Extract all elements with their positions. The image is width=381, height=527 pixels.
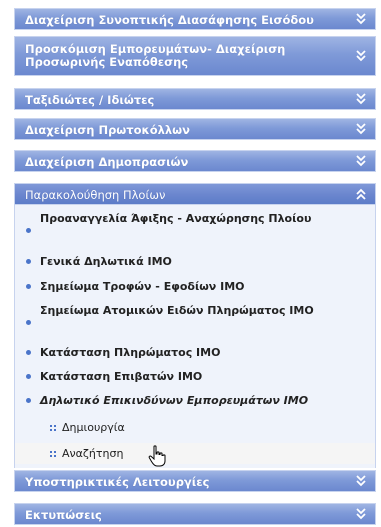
menu-section-label: Υποστηρικτικές Λειτουργίες (25, 475, 210, 489)
menu-item-general-declarations[interactable]: Γενικά Δηλωτικά IMO (26, 255, 370, 268)
menu-section-label: Διαχείριση Δημοπρασιών (25, 155, 189, 169)
navigation-menu: Διαχείριση Συνοπτικής Διασάφησης Εισόδου… (4, 0, 379, 527)
chevron-double-down-icon (356, 123, 366, 135)
menu-section-label: Διαχείριση Συνοπτικής Διασάφησης Εισόδου (25, 13, 314, 27)
bullet-icon (26, 284, 31, 289)
menu-section-auctions[interactable]: Διαχείριση Δημοπρασιών (14, 150, 376, 172)
menu-item-label: Κατάσταση Επιβατών IMO (40, 370, 203, 383)
hand-pointer-cursor-icon (148, 445, 166, 467)
menu-item-label: Σημείωμα Ατομικών Ειδών Πληρώματος IMO (40, 304, 314, 317)
chevron-double-down-icon (356, 155, 366, 167)
submenu-item-search[interactable]: Αναζήτηση (50, 447, 124, 460)
menu-section-printouts[interactable]: Εκτυπώσεις (14, 503, 376, 525)
menu-section-label: Ταξιδιώτες / Ιδιώτες (25, 93, 155, 107)
menu-section-support-functions[interactable]: Υποστηρικτικές Λειτουργίες (14, 470, 376, 492)
chevron-double-down-icon (356, 93, 366, 105)
menu-section-label: Διαχείριση Πρωτοκόλλων (25, 123, 190, 137)
menu-item-label: Προαναγγελία Άφιξης - Αναχώρησης Πλοίου (40, 212, 312, 225)
chevron-double-down-icon (356, 508, 366, 520)
menu-item-label: Γενικά Δηλωτικά IMO (40, 255, 172, 268)
menu-section-summary-declaration[interactable]: Διαχείριση Συνοπτικής Διασάφησης Εισόδου (14, 8, 376, 30)
chevron-double-down-icon (356, 475, 366, 487)
grid-bullet-icon (50, 425, 56, 431)
bullet-icon (26, 228, 31, 233)
menu-section-label: Παρακολούθηση Πλοίων (25, 188, 166, 202)
menu-section-ship-tracking[interactable]: Παρακολούθηση Πλοίων (14, 183, 376, 205)
menu-item-dangerous-goods[interactable]: Δηλωτικό Επικινδύνων Εμπορευμάτων IMO (26, 394, 370, 407)
menu-section-label: Προσκόμιση Εμπορευμάτων- Διαχείριση Προσ… (25, 42, 286, 69)
submenu-item-label: Αναζήτηση (62, 447, 124, 460)
chevron-double-down-icon (356, 13, 366, 25)
menu-item-crew-list[interactable]: Κατάσταση Πληρώματος IMO (26, 346, 370, 359)
submenu-item-label: Δημιουργία (62, 421, 125, 434)
bullet-icon (26, 398, 31, 403)
menu-item-arrival-departure-notice[interactable]: Προαναγγελία Άφιξης - Αναχώρησης Πλοίου (26, 212, 370, 233)
chevron-double-down-icon (356, 50, 366, 62)
menu-item-label: Κατάσταση Πληρώματος IMO (40, 346, 221, 359)
menu-section-travelers[interactable]: Ταξιδιώτες / Ιδιώτες (14, 88, 376, 110)
menu-item-label: Δηλωτικό Επικινδύνων Εμπορευμάτων IMO (40, 394, 309, 407)
bullet-icon (26, 320, 31, 325)
menu-item-stores-declaration[interactable]: Σημείωμα Τροφών - Εφοδίων IMO (26, 280, 370, 293)
grid-bullet-icon (50, 451, 56, 457)
bullet-icon (26, 350, 31, 355)
menu-section-protocols[interactable]: Διαχείριση Πρωτοκόλλων (14, 118, 376, 140)
menu-section-label: Εκτυπώσεις (25, 508, 102, 522)
chevron-double-up-icon (356, 188, 366, 200)
menu-item-passenger-list[interactable]: Κατάσταση Επιβατών IMO (26, 370, 370, 383)
bullet-icon (26, 374, 31, 379)
menu-item-label: Σημείωμα Τροφών - Εφοδίων IMO (40, 280, 245, 293)
bullet-icon (26, 259, 31, 264)
menu-item-crew-effects[interactable]: Σημείωμα Ατομικών Ειδών Πληρώματος IMO (26, 304, 350, 325)
submenu-item-create[interactable]: Δημιουργία (50, 421, 125, 434)
menu-section-goods-presentation[interactable]: Προσκόμιση Εμπορευμάτων- Διαχείριση Προσ… (14, 36, 376, 76)
